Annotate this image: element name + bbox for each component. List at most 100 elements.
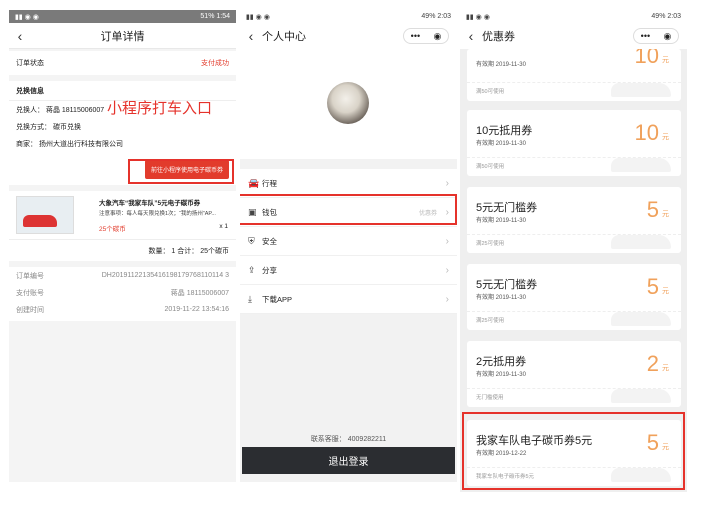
method-row: 兑换方式： 碳币兑换: [16, 123, 81, 131]
order-status-value: 支付成功: [201, 60, 229, 67]
coupon-card[interactable]: 5元无门槛券 有效期 2019-11-30 5 元 满25可使用: [467, 187, 681, 253]
coupon-title: 10元抵用券: [476, 125, 533, 137]
order-detail-screen: ▮▮ ◉ ◉ 51% 1:54 ‹ 订单详情 订单状态 支付成功 兑换信息 兑换人…: [9, 10, 236, 482]
menu-item-share[interactable]: ⇪ 分享 ›: [240, 256, 457, 285]
chevron-right-icon: ›: [445, 177, 449, 189]
coupon-unit: 元: [662, 57, 669, 64]
order-status-label: 订单状态: [16, 60, 44, 67]
coupon-condition: 满25可使用: [476, 318, 505, 324]
signal-icon: ▮▮ ◉ ◉: [15, 13, 39, 21]
menu-label: 下载APP: [262, 294, 293, 304]
coupon-amount: 10: [634, 49, 659, 68]
coupon-screen: ▮▮ ◉ ◉ 49% 2:03 ‹ 优惠券 ••• ◉ 有效期 2019-11-30…: [460, 10, 687, 492]
product-note: 注意事项：每人每天限兑换1次；“我的扬州”AP...: [99, 211, 216, 217]
personal-center-screen: ▮▮ ◉ ◉ 49% 2:03 ‹ 个人中心 ••• ◉ 🚘 行程 › ▣ 钱包 优惠券 › …: [240, 10, 457, 482]
coupon-card[interactable]: 5元无门槛券 有效期 2019-11-30 5 元 满25可使用: [467, 264, 681, 330]
logout-button[interactable]: 退出登录: [242, 447, 455, 474]
menu-item-download[interactable]: ⤓ 下载APP ›: [240, 285, 457, 314]
coupon-unit: 元: [662, 134, 669, 141]
back-icon[interactable]: ‹: [240, 28, 262, 44]
menu-label: 行程: [262, 178, 277, 188]
car-watermark-icon: [611, 235, 671, 249]
chevron-right-icon: ›: [445, 293, 449, 305]
created-label: 创建时间: [16, 306, 44, 314]
product-qty: x 1: [219, 223, 228, 230]
product-image: [16, 196, 74, 234]
highlight-box: [128, 159, 234, 184]
nav-bar: ‹ 优惠券 ••• ◉: [460, 23, 687, 49]
coupon-expire: 有效期 2019-11-30: [476, 372, 526, 378]
avatar[interactable]: [327, 82, 369, 124]
share-icon: ⇪: [248, 264, 256, 275]
merchant-row: 商家： 扬州大道出行科技有限公司: [16, 140, 123, 148]
coupon-card[interactable]: 10元抵用券 有效期 2019-11-30 10 元 满50可使用: [467, 110, 681, 176]
status-text: 49% 2:03: [421, 13, 451, 20]
coupon-amount: 5: [646, 197, 659, 222]
annotation-text: 小程序打车入口: [107, 100, 213, 117]
order-summary: 数量： 1 合计： 25个碳币: [148, 248, 229, 255]
highlight-box: [462, 412, 685, 490]
coupon-card[interactable]: 2元抵用券 有效期 2019-11-30 2 元 无门槛使用: [467, 341, 681, 407]
coupon-expire: 有效期 2019-11-30: [476, 218, 526, 224]
capsule-menu[interactable]: ••• ◉: [403, 28, 449, 44]
product-card[interactable]: 大象汽车“我家车队”5元电子碳币券 注意事项：每人每天限兑换1次；“我的扬州”A…: [9, 191, 236, 239]
product-title: 大象汽车“我家车队”5元电子碳币券: [99, 200, 201, 207]
status-bar: ▮▮ ◉ ◉ 51% 1:54: [9, 10, 236, 23]
coupon-unit: 元: [662, 288, 669, 295]
coupon-expire: 有效期 2019-11-30: [476, 295, 526, 301]
capsule-menu[interactable]: ••• ◉: [633, 28, 679, 44]
coupon-expire: 有效期 2019-11-30: [476, 62, 526, 68]
nav-bar: ‹ 订单详情: [9, 23, 236, 49]
service-phone: 联系客服： 4009282211: [310, 436, 387, 443]
chevron-right-icon: ›: [445, 235, 449, 247]
menu-label: 分享: [262, 265, 277, 275]
coupon-unit: 元: [662, 365, 669, 372]
coupon-amount: 2: [646, 351, 659, 376]
menu-list: 🚘 行程 › ▣ 钱包 优惠券 › ⛨ 安全 › ⇪ 分享 › ⤓ 下载APP ›: [240, 169, 457, 314]
coupon-title: 5元无门槛券: [476, 202, 538, 214]
order-no-label: 订单编号: [16, 272, 44, 280]
created-time: 2019-11-22 13:54:16: [164, 306, 229, 313]
car-watermark-icon: [611, 312, 671, 326]
coupon-condition: 无门槛使用: [476, 395, 504, 401]
car-watermark-icon: [611, 158, 671, 172]
signal-icon: ▮▮ ◉ ◉: [246, 13, 270, 21]
pay-account-label: 支付账号: [16, 289, 44, 297]
page-title: 订单详情: [100, 30, 145, 43]
status-text: 51% 1:54: [200, 13, 230, 20]
profile-header: [240, 49, 457, 159]
car-watermark-icon: [611, 389, 671, 403]
coupon-condition: 满50可使用: [476, 89, 505, 95]
coupon-expire: 有效期 2019-11-30: [476, 141, 526, 147]
back-icon[interactable]: ‹: [460, 28, 482, 44]
product-price: 25个碳币: [99, 226, 126, 233]
shield-icon: ⛨: [248, 235, 255, 246]
coupon-title: 2元抵用券: [476, 356, 527, 368]
close-circle-icon[interactable]: ◉: [663, 31, 671, 42]
coupon-amount: 10: [634, 120, 659, 145]
menu-item-security[interactable]: ⛨ 安全 ›: [240, 227, 457, 256]
nav-bar: ‹ 个人中心 ••• ◉: [240, 23, 457, 49]
coupon-amount: 5: [646, 274, 659, 299]
menu-label: 安全: [262, 236, 277, 246]
close-circle-icon[interactable]: ◉: [433, 31, 441, 42]
coupon-condition: 满50可使用: [476, 164, 505, 170]
signal-icon: ▮▮ ◉ ◉: [466, 13, 490, 21]
coupon-title: 5元无门槛券: [476, 279, 538, 291]
pay-account: 蒋晶 18115006007: [170, 289, 229, 297]
page-title: 优惠券: [482, 31, 515, 43]
chevron-right-icon: ›: [445, 264, 449, 276]
page-title: 个人中心: [262, 31, 306, 43]
car-icon: 🚘: [248, 177, 260, 188]
coupon-condition: 满25可使用: [476, 241, 505, 247]
coupon-card[interactable]: 有效期 2019-11-30 10 元 满50可使用: [467, 49, 681, 101]
more-icon[interactable]: •••: [411, 31, 420, 41]
status-text: 49% 2:03: [651, 13, 681, 20]
highlight-box: [240, 194, 457, 225]
coupon-unit: 元: [662, 211, 669, 218]
download-icon: ⤓: [248, 293, 252, 304]
more-icon[interactable]: •••: [641, 31, 650, 41]
car-watermark-icon: [611, 83, 671, 97]
status-bar: ▮▮ ◉ ◉ 49% 2:03: [240, 10, 457, 23]
status-bar: ▮▮ ◉ ◉ 49% 2:03: [460, 10, 687, 23]
